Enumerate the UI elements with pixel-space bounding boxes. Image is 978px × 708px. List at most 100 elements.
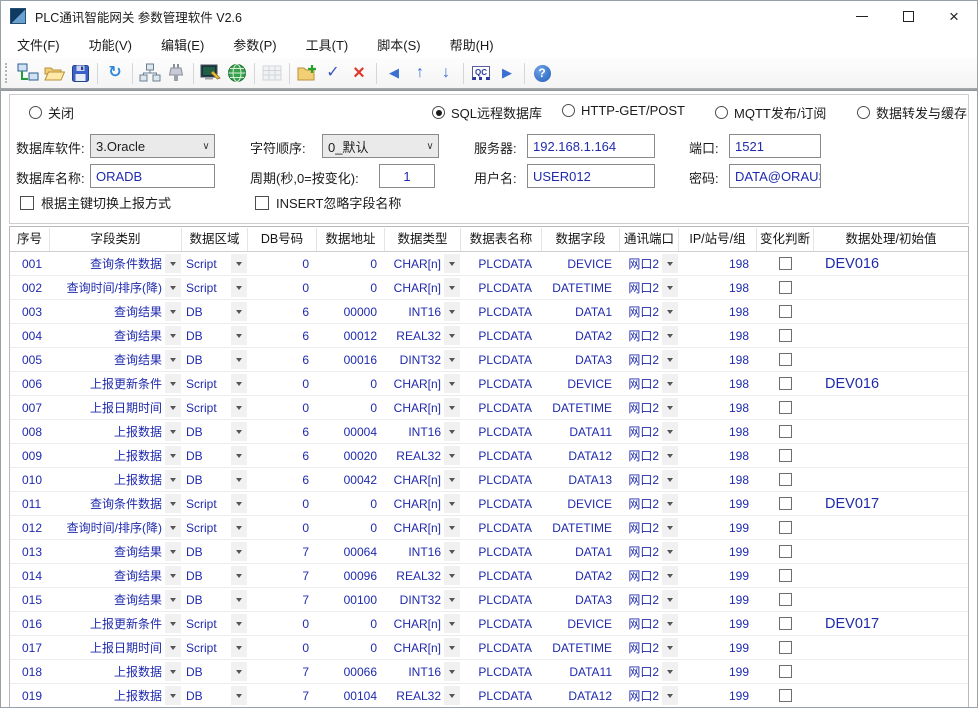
dropdown-button[interactable] <box>662 614 678 633</box>
cell-table-name[interactable]: PLCDATA <box>461 421 542 443</box>
cell-initial-value[interactable]: DEV017 <box>814 613 968 635</box>
dropdown-button[interactable] <box>165 590 181 609</box>
cell-data-address[interactable]: 00020 <box>317 445 385 467</box>
cell-db-number[interactable]: 7 <box>248 661 317 683</box>
dropdown-button[interactable] <box>231 638 247 657</box>
cell-field-category-value[interactable]: 查询条件数据 <box>50 253 165 275</box>
cell-data-field[interactable]: DEVICE <box>542 613 620 635</box>
toolbar-grip[interactable] <box>5 63 11 83</box>
cell-data-type-value[interactable]: CHAR[n] <box>385 637 444 659</box>
cell-table-name[interactable]: PLCDATA <box>461 637 542 659</box>
table-row[interactable]: 018上报数据DB700066INT16PLCDATADATA11网口2199 <box>10 660 968 684</box>
cell-ip-station[interactable]: 198 <box>679 349 757 371</box>
cell-data-address[interactable]: 00012 <box>317 325 385 347</box>
cell-data-type-value[interactable]: REAL32 <box>385 325 444 347</box>
dropdown-button[interactable] <box>662 278 678 297</box>
dropdown-button[interactable] <box>444 446 460 465</box>
table-row[interactable]: 003查询结果DB600000INT16PLCDATADATA1网口2198 <box>10 300 968 324</box>
cell-data-address[interactable]: 00100 <box>317 589 385 611</box>
change-detect-checkbox[interactable] <box>779 473 792 486</box>
help-icon[interactable]: ? <box>530 61 554 85</box>
change-detect-checkbox[interactable] <box>779 449 792 462</box>
cell-data-type-value[interactable]: REAL32 <box>385 685 444 707</box>
cell-data-area-value[interactable]: DB <box>182 445 231 467</box>
dropdown-button[interactable] <box>662 590 678 609</box>
dropdown-button[interactable] <box>662 254 678 273</box>
cell-db-number[interactable]: 0 <box>248 517 317 539</box>
cell-index[interactable]: 003 <box>10 301 50 323</box>
dropdown-button[interactable] <box>231 686 247 705</box>
change-detect-checkbox[interactable] <box>779 617 792 630</box>
open-file-icon[interactable] <box>42 61 66 85</box>
cell-comm-port-value[interactable]: 网口2 <box>620 541 662 563</box>
cell-db-number[interactable]: 6 <box>248 421 317 443</box>
dropdown-button[interactable] <box>444 518 460 537</box>
cell-index[interactable]: 005 <box>10 349 50 371</box>
change-detect-checkbox[interactable] <box>779 521 792 534</box>
cell-db-number[interactable]: 6 <box>248 349 317 371</box>
cell-comm-port-value[interactable]: 网口2 <box>620 397 662 419</box>
dropdown-button[interactable] <box>231 422 247 441</box>
table-row[interactable]: 015查询结果DB700100DINT32PLCDATADATA3网口2199 <box>10 588 968 612</box>
change-detect-checkbox[interactable] <box>779 329 792 342</box>
cell-table-name[interactable]: PLCDATA <box>461 493 542 515</box>
cell-field-category-value[interactable]: 查询结果 <box>50 301 165 323</box>
table-row[interactable]: 007上报日期时间Script00CHAR[n]PLCDATADATETIME网… <box>10 396 968 420</box>
cell-field-category-value[interactable]: 查询结果 <box>50 589 165 611</box>
cell-index[interactable]: 006 <box>10 373 50 395</box>
port-input[interactable] <box>729 134 821 158</box>
mode-radio-http[interactable]: HTTP-GET/POST <box>562 103 685 118</box>
apply-icon[interactable]: ✓ <box>321 61 345 85</box>
dropdown-button[interactable] <box>165 686 181 705</box>
cell-ip-station[interactable]: 198 <box>679 397 757 419</box>
cell-table-name[interactable]: PLCDATA <box>461 301 542 323</box>
cell-data-type-value[interactable]: DINT32 <box>385 349 444 371</box>
cell-comm-port-value[interactable]: 网口2 <box>620 661 662 683</box>
dropdown-button[interactable] <box>165 398 181 417</box>
maximize-button[interactable] <box>885 1 931 31</box>
dropdown-button[interactable] <box>444 494 460 513</box>
dropdown-button[interactable] <box>231 542 247 561</box>
cell-db-number[interactable]: 0 <box>248 613 317 635</box>
cell-data-field[interactable]: DATA2 <box>542 325 620 347</box>
dropdown-button[interactable] <box>231 350 247 369</box>
mode-radio-mqtt[interactable]: MQTT发布/订阅 <box>715 103 826 122</box>
dropdown-button[interactable] <box>662 350 678 369</box>
cell-db-number[interactable]: 0 <box>248 253 317 275</box>
cell-table-name[interactable]: PLCDATA <box>461 541 542 563</box>
dropdown-button[interactable] <box>662 686 678 705</box>
db-software-select[interactable]: 3.Oracle ∨ <box>90 134 215 158</box>
cell-db-number[interactable]: 6 <box>248 469 317 491</box>
cell-field-category-value[interactable]: 查询条件数据 <box>50 493 165 515</box>
cell-data-area-value[interactable]: Script <box>182 493 231 515</box>
dropdown-button[interactable] <box>231 518 247 537</box>
table-row[interactable]: 013查询结果DB700064INT16PLCDATADATA1网口2199 <box>10 540 968 564</box>
change-detect-checkbox[interactable] <box>779 497 792 510</box>
mode-radio-forward[interactable]: 数据转发与缓存 <box>857 103 967 122</box>
table-row[interactable]: 016上报更新条件Script00CHAR[n]PLCDATADEVICE网口2… <box>10 612 968 636</box>
dropdown-button[interactable] <box>444 278 460 297</box>
minimize-button[interactable] <box>839 1 885 31</box>
cell-data-address[interactable]: 0 <box>317 373 385 395</box>
dropdown-button[interactable] <box>231 278 247 297</box>
cell-ip-station[interactable]: 198 <box>679 469 757 491</box>
cell-data-area-value[interactable]: DB <box>182 541 231 563</box>
dropdown-button[interactable] <box>165 326 181 345</box>
cell-field-category-value[interactable]: 上报日期时间 <box>50 397 165 419</box>
dropdown-button[interactable] <box>444 374 460 393</box>
cell-comm-port-value[interactable]: 网口2 <box>620 685 662 707</box>
move-down-icon[interactable]: ↓ <box>434 61 458 85</box>
cell-table-name[interactable]: PLCDATA <box>461 589 542 611</box>
change-detect-checkbox[interactable] <box>779 401 792 414</box>
cell-index[interactable]: 004 <box>10 325 50 347</box>
cell-data-field[interactable]: DATA11 <box>542 661 620 683</box>
dropdown-button[interactable] <box>662 446 678 465</box>
cell-ip-station[interactable]: 199 <box>679 589 757 611</box>
dropdown-button[interactable] <box>444 686 460 705</box>
cell-ip-station[interactable]: 198 <box>679 301 757 323</box>
cell-data-type-value[interactable]: INT16 <box>385 301 444 323</box>
cell-comm-port-value[interactable]: 网口2 <box>620 277 662 299</box>
dropdown-button[interactable] <box>662 494 678 513</box>
cell-data-address[interactable]: 00004 <box>317 421 385 443</box>
dropdown-button[interactable] <box>231 590 247 609</box>
